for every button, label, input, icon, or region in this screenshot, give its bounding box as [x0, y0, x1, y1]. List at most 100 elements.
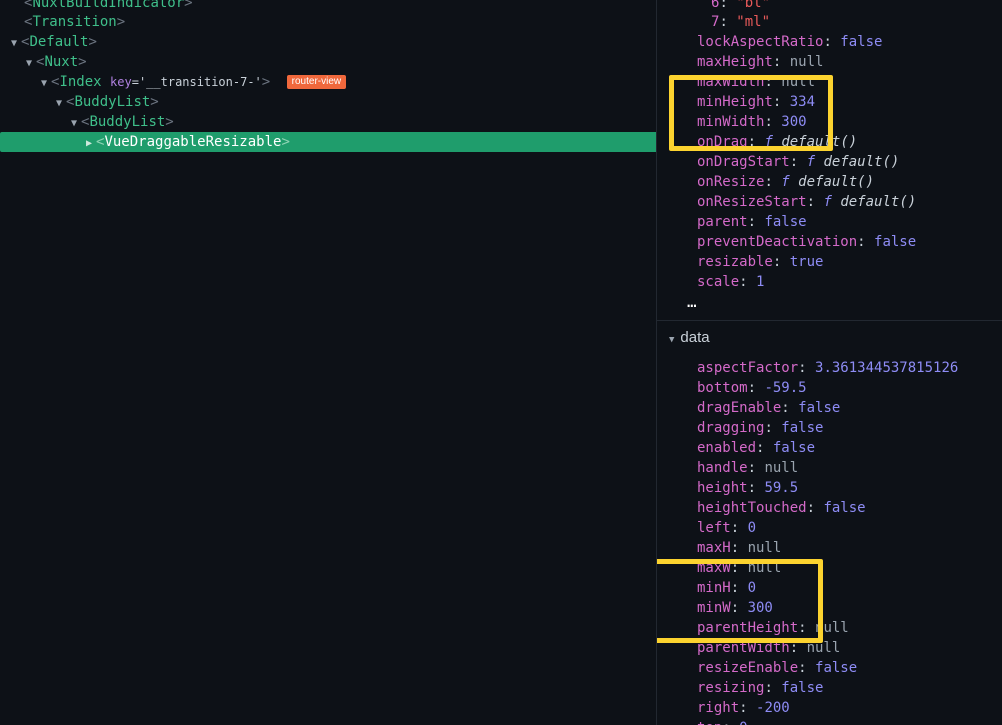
data-key: bottom — [697, 380, 748, 396]
data-value[interactable]: 0 — [739, 720, 747, 725]
prop-row[interactable]: onResize: f default() — [697, 172, 874, 192]
data-value[interactable]: null — [815, 620, 849, 636]
component-name: Transition — [32, 14, 117, 30]
prop-row[interactable]: lockAspectRatio: false — [697, 32, 882, 52]
prop-key: onResize — [697, 174, 765, 190]
data-value[interactable]: 3.361344537815126 — [815, 360, 958, 376]
expand-arrow-icon[interactable]: ▶ — [86, 134, 96, 154]
array-value: "ml" — [736, 14, 771, 30]
prop-value[interactable]: 300 — [781, 114, 806, 130]
data-value[interactable]: false — [781, 420, 823, 436]
data-value[interactable]: 0 — [748, 580, 756, 596]
prop-row[interactable]: minHeight: 334 — [697, 92, 815, 112]
data-row[interactable]: dragging: false — [697, 418, 823, 438]
prop-value[interactable]: default() — [823, 154, 899, 170]
prop-row[interactable]: onResizeStart: f default() — [697, 192, 916, 212]
data-key: maxW — [697, 560, 731, 576]
data-value[interactable]: null — [807, 640, 841, 656]
data-key: handle — [697, 460, 748, 476]
prop-value[interactable]: false — [840, 34, 882, 50]
data-row[interactable]: parentHeight: null — [697, 618, 849, 638]
data-row[interactable]: maxH: null — [697, 538, 781, 558]
prop-value[interactable]: false — [764, 214, 806, 230]
inspector-panel: 6: "bl" 7: "ml" lockAspectRatio: false m… — [656, 0, 1002, 725]
data-row[interactable]: resizing: false — [697, 678, 823, 698]
expand-arrow-icon[interactable]: ▼ — [71, 114, 81, 134]
data-value[interactable]: 300 — [748, 600, 773, 616]
prop-value[interactable]: default() — [781, 134, 857, 150]
prop-key: resizable — [697, 254, 773, 270]
data-row[interactable]: aspectFactor: 3.361344537815126 — [697, 358, 958, 378]
data-row[interactable]: minH: 0 — [697, 578, 756, 598]
data-value[interactable]: false — [823, 500, 865, 516]
array-item: 7: "ml" — [711, 14, 771, 30]
tree-item-buddy-list[interactable]: ▼ <BuddyList> — [0, 92, 656, 112]
tree-item-nuxt[interactable]: ▼ <Nuxt> — [0, 52, 656, 72]
data-value[interactable]: 59.5 — [764, 480, 798, 496]
tree-item-index[interactable]: ▼ <Index key='__transition-7-'> router-vi… — [0, 72, 656, 92]
tree-item-transition[interactable]: <Transition> — [0, 12, 656, 32]
expand-arrow-icon[interactable]: ▼ — [56, 94, 66, 114]
data-value[interactable]: -59.5 — [764, 380, 806, 396]
prop-value[interactable]: default() — [840, 194, 916, 210]
data-value[interactable]: 0 — [748, 520, 756, 536]
data-value[interactable]: null — [748, 540, 782, 556]
data-row[interactable]: minW: 300 — [697, 598, 773, 618]
prop-row[interactable]: maxWidth: null — [697, 72, 815, 92]
data-value[interactable]: false — [773, 440, 815, 456]
prop-value[interactable]: null — [781, 74, 815, 90]
prop-value[interactable]: null — [790, 54, 824, 70]
prop-row[interactable]: onDrag: f default() — [697, 132, 857, 152]
data-key: parentWidth — [697, 640, 790, 656]
data-row[interactable]: parentWidth: null — [697, 638, 840, 658]
data-row[interactable]: handle: null — [697, 458, 798, 478]
data-row[interactable]: maxW: null — [697, 558, 781, 578]
prop-row[interactable]: resizable: true — [697, 252, 823, 272]
prop-value[interactable]: 334 — [790, 94, 815, 110]
prop-value[interactable]: 1 — [756, 274, 764, 290]
data-row[interactable]: top: 0 — [697, 718, 748, 725]
prop-row[interactable]: minWidth: 300 — [697, 112, 807, 132]
prop-row[interactable]: maxHeight: null — [697, 52, 823, 72]
data-value[interactable]: false — [781, 680, 823, 696]
tree-item-buddy-list-inner[interactable]: ▼ <BuddyList> — [0, 112, 656, 132]
collapse-arrow-icon[interactable]: ▼ — [669, 335, 674, 345]
data-row[interactable]: dragEnable: false — [697, 398, 840, 418]
prop-value[interactable]: false — [874, 234, 916, 250]
data-row[interactable]: right: -200 — [697, 698, 790, 718]
prop-value[interactable]: default() — [798, 174, 874, 190]
data-value[interactable]: null — [764, 460, 798, 476]
function-marker: f — [764, 134, 773, 150]
router-view-badge: router-view — [286, 75, 347, 89]
attribute-value: '__transition-7-' — [138, 75, 262, 89]
data-row[interactable]: enabled: false — [697, 438, 815, 458]
prop-row[interactable]: onDragStart: f default() — [697, 152, 899, 172]
tree-item-default[interactable]: ▼ <Default> — [0, 32, 656, 52]
data-value[interactable]: false — [798, 400, 840, 416]
expand-arrow-icon[interactable]: ▼ — [41, 74, 51, 94]
data-key: resizeEnable — [697, 660, 799, 676]
data-row[interactable]: bottom: -59.5 — [697, 378, 807, 398]
prop-row[interactable]: preventDeactivation: false — [697, 232, 916, 252]
prop-row[interactable]: scale: 1 — [697, 272, 764, 292]
data-value[interactable]: -200 — [756, 700, 790, 716]
expand-arrow-icon[interactable]: ▼ — [26, 54, 36, 74]
data-row[interactable]: heightTouched: false — [697, 498, 866, 518]
data-section-header[interactable]: ▼ data — [669, 328, 710, 348]
prop-row[interactable]: parent: false — [697, 212, 807, 232]
prop-key: lockAspectRatio — [697, 34, 824, 50]
data-value[interactable]: null — [748, 560, 782, 576]
section-label: data — [680, 329, 710, 346]
show-more-ellipsis[interactable]: … — [687, 292, 697, 312]
prop-value[interactable]: true — [790, 254, 824, 270]
data-value[interactable]: false — [815, 660, 857, 676]
tag-close: > — [78, 54, 87, 70]
data-row[interactable]: resizeEnable: false — [697, 658, 857, 678]
function-marker: f — [823, 194, 832, 210]
expand-arrow-icon[interactable]: ▼ — [11, 34, 21, 54]
data-row[interactable]: height: 59.5 — [697, 478, 798, 498]
tree-item-vue-draggable-resizable[interactable]: ▶ <VueDraggableResizable> — [0, 132, 656, 152]
prop-key: scale — [697, 274, 740, 290]
data-key: heightTouched — [697, 500, 807, 516]
data-row[interactable]: left: 0 — [697, 518, 756, 538]
